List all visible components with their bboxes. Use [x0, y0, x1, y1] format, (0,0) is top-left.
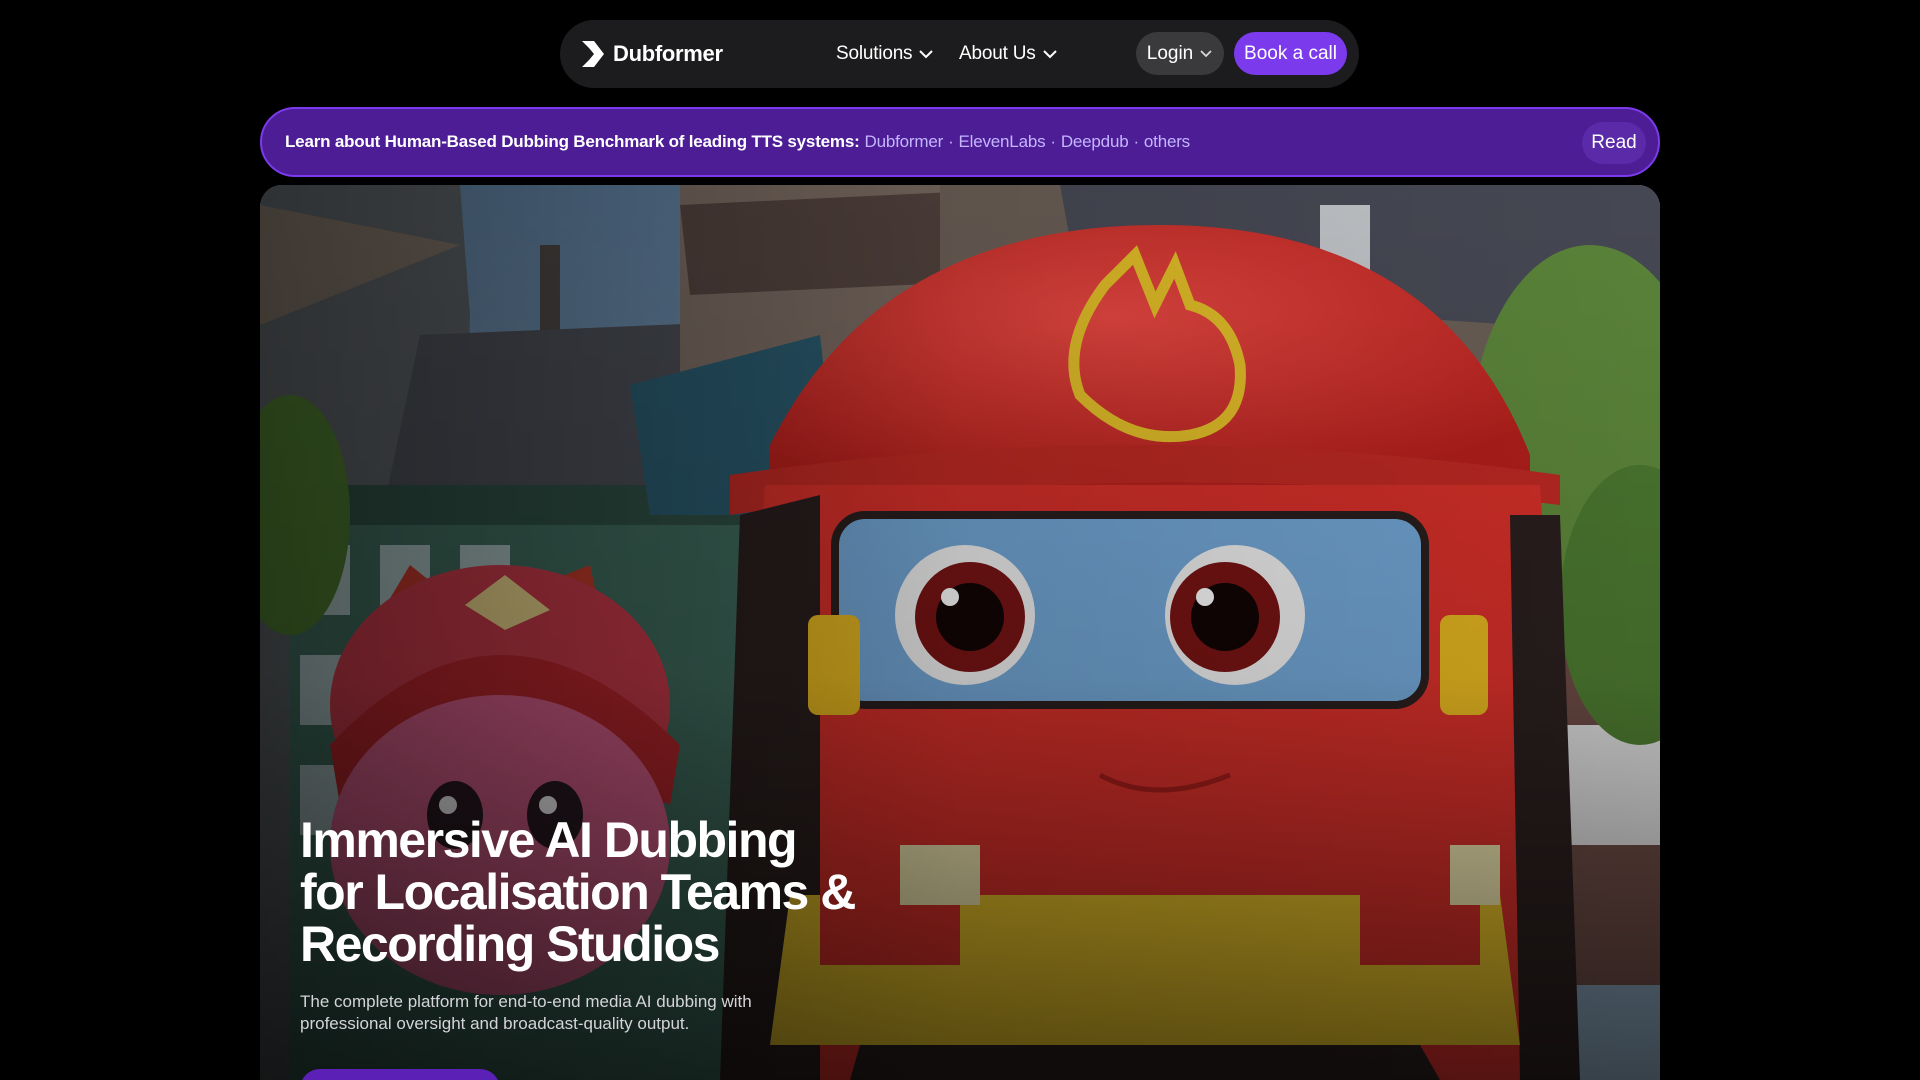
banner-link-others[interactable]: others — [1144, 132, 1190, 151]
login-label: Login — [1146, 42, 1194, 64]
book-a-call-button[interactable]: Book a call — [1234, 32, 1347, 75]
hero-subtitle-line: professional oversight and broadcast-qua… — [300, 1014, 690, 1033]
nav-about-dropdown[interactable]: About Us — [959, 37, 1058, 71]
banner-link-deepdub[interactable]: Deepdub — [1061, 132, 1129, 151]
banner-links: Dubformer · ElevenLabs · Deepdub · others — [865, 132, 1191, 152]
login-button[interactable]: Login — [1136, 32, 1224, 75]
nav-solutions-dropdown[interactable]: Solutions — [836, 37, 934, 71]
banner-separator: · — [1050, 132, 1056, 151]
hero-title-line: Immersive AI Dubbing — [300, 812, 798, 868]
nav-solutions-label: Solutions — [836, 43, 913, 64]
banner-link-elevenlabs[interactable]: ElevenLabs — [959, 132, 1046, 151]
banner-text: Learn about Human-Based Dubbing Benchmar… — [285, 132, 860, 151]
top-nav: Dubformer Solutions About Us Login Book … — [560, 20, 1359, 88]
banner-link-dubformer[interactable]: Dubformer — [865, 132, 944, 151]
hero-title: Immersive AI Dubbing for Localisation Te… — [300, 814, 920, 970]
announcement-banner: Learn about Human-Based Dubbing Benchmar… — [260, 107, 1660, 177]
nav-about-label: About Us — [959, 43, 1036, 64]
hero-subtitle-line: The complete platform for end-to-end med… — [300, 992, 752, 1011]
chevron-down-icon — [1042, 50, 1057, 59]
chevron-down-icon — [919, 50, 934, 59]
read-button[interactable]: Read — [1582, 122, 1646, 164]
banner-separator: · — [1133, 132, 1139, 151]
brand-name: Dubformer — [613, 41, 723, 66]
hero-title-line: Recording Studios — [300, 916, 720, 972]
hero-subtitle: The complete platform for end-to-end med… — [300, 991, 860, 1035]
chevron-down-icon — [1200, 50, 1212, 58]
banner-separator: · — [948, 132, 954, 151]
dubformer-logo-icon — [582, 41, 604, 67]
brand-logo[interactable]: Dubformer — [580, 37, 723, 71]
hero-cta-button[interactable] — [300, 1069, 500, 1080]
hero-title-line: for Localisation Teams & — [300, 864, 856, 920]
hero-section: Immersive AI Dubbing for Localisation Te… — [260, 185, 1660, 1080]
